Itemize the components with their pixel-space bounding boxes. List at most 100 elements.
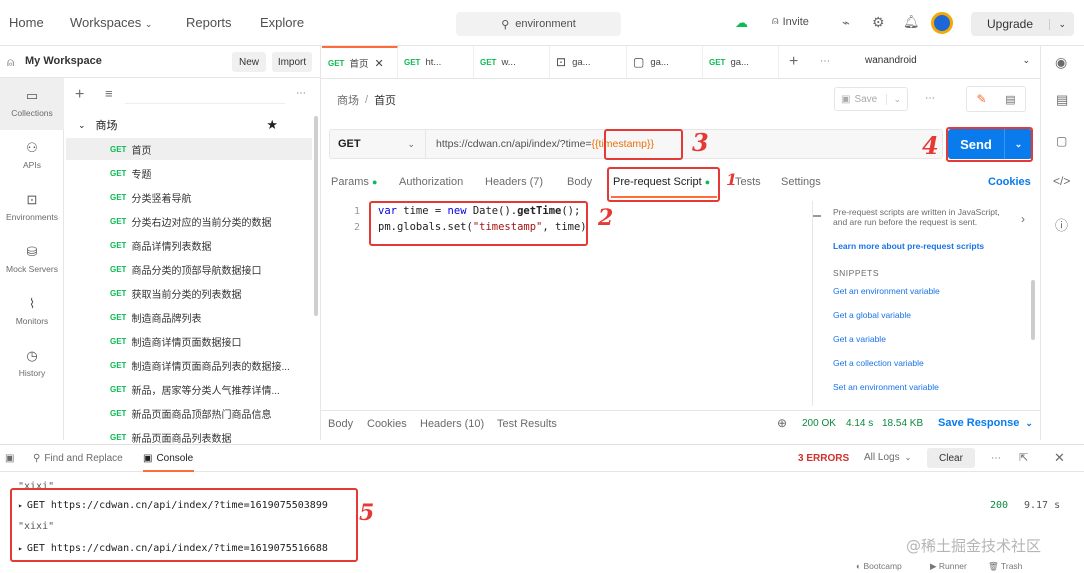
layout-icon[interactable]: ▣	[5, 453, 14, 464]
tab-tests[interactable]: Tests	[735, 176, 761, 188]
sidebar-request-item[interactable]: GET 新品页面商品顶部热门商品信息	[66, 402, 312, 424]
global-search[interactable]: ⚲ environment	[456, 12, 621, 36]
snippets-title: SNIPPETS	[833, 268, 880, 278]
snippet-link[interactable]: Get a variable	[833, 334, 886, 344]
resp-tab-headers[interactable]: Headers (10)	[420, 418, 484, 430]
collection-folder[interactable]: ⌄ 商场 ★	[66, 114, 312, 136]
sidebar-scrollbar[interactable]	[314, 116, 318, 316]
satellite-icon[interactable]: ⌁	[842, 15, 850, 31]
resp-tab-cookies[interactable]: Cookies	[367, 418, 407, 430]
sidebar-request-item[interactable]: GET 商品分类的顶部导航数据接口	[66, 258, 312, 280]
breadcrumb-parent[interactable]: 商场	[337, 92, 359, 108]
avatar[interactable]	[931, 12, 953, 34]
resp-tab-body[interactable]: Body	[328, 418, 353, 430]
pop-out-icon[interactable]: ⇱	[1019, 451, 1028, 464]
sidebar-request-item[interactable]: GET 分类右边对应的当前分类的数据	[66, 210, 312, 232]
bell-icon[interactable]: 🔔︎	[903, 14, 920, 30]
tab-authorization[interactable]: Authorization	[399, 176, 463, 188]
eye-icon[interactable]: ◉	[1055, 54, 1067, 71]
sidebar-request-item[interactable]: GET 制造商详情页面商品列表的数据接...	[66, 354, 312, 376]
more-tabs-icon[interactable]: ⋯	[820, 56, 830, 67]
invite-button[interactable]: ⍝ Invite	[772, 15, 809, 28]
new-tab-icon[interactable]: +	[789, 53, 798, 71]
nav-history[interactable]: ◷ History	[0, 348, 64, 378]
sidebar-request-item[interactable]: GET 获取当前分类的列表数据	[66, 282, 312, 304]
more-options-icon[interactable]: ⋯	[991, 453, 1001, 464]
tab-3[interactable]: GET w...	[474, 46, 550, 78]
workspace-name[interactable]: My Workspace	[25, 55, 102, 67]
more-actions-icon[interactable]: ⋯	[925, 93, 935, 104]
nav-environments[interactable]: ⊡ Environments	[0, 192, 64, 222]
nav-home[interactable]: Home	[9, 15, 44, 30]
find-replace-tab[interactable]: ⚲ Find and Replace	[33, 453, 123, 464]
sidebar-request-item[interactable]: GET 制造商详情页面数据接口	[66, 330, 312, 352]
collection-search-input[interactable]	[125, 86, 285, 104]
import-button[interactable]: Import	[272, 52, 312, 72]
tab-params[interactable]: Params ●	[331, 176, 377, 188]
info-icon[interactable]: ⓘ	[1055, 215, 1068, 234]
save-response-button[interactable]: Save Response ⌄	[938, 417, 1033, 429]
chevron-right-icon[interactable]: ›	[1021, 212, 1025, 226]
save-button[interactable]: ▣ Save ⌄	[834, 87, 908, 111]
sync-cloud-icon[interactable]: ☁	[735, 15, 748, 31]
snippet-link[interactable]: Set an environment variable	[833, 382, 939, 392]
code-icon[interactable]: </>	[1053, 174, 1070, 188]
tab-2[interactable]: GET ht...	[398, 46, 474, 78]
comments-icon[interactable]: ▢	[1056, 134, 1067, 148]
tab-1[interactable]: GET 首页 ✕	[322, 46, 398, 78]
edit-icon[interactable]: ✎	[967, 92, 996, 106]
snippet-link[interactable]: Get a collection variable	[833, 358, 924, 368]
close-icon[interactable]: ✕	[1054, 450, 1065, 466]
bootcamp-link[interactable]: ◐ Bootcamp	[856, 561, 902, 571]
resp-tab-test-results[interactable]: Test Results	[497, 418, 557, 430]
method-badge: GET	[110, 432, 127, 442]
nav-apis[interactable]: ⚇ APIs	[0, 140, 64, 170]
document-icon[interactable]: ▤	[996, 93, 1025, 106]
sidebar-request-item[interactable]: GET 制造商品牌列表	[66, 306, 312, 328]
clear-console-button[interactable]: Clear	[927, 448, 975, 468]
sidebar-request-item[interactable]: GET 专题	[66, 162, 312, 184]
sidebar-request-item[interactable]: GET 新品，居家等分类人气推荐详情...	[66, 378, 312, 400]
log-level-select[interactable]: All Logs ⌄	[864, 452, 911, 463]
globe-icon[interactable]: ⊕	[777, 416, 787, 430]
error-count[interactable]: 3 ERRORS	[798, 453, 849, 464]
learn-more-link[interactable]: Learn more about pre-request scripts	[833, 241, 984, 251]
environment-select[interactable]: wanandroid ⌄	[865, 55, 1030, 66]
snippets-scrollbar[interactable]	[1031, 280, 1035, 340]
documentation-icon[interactable]: ▤	[1056, 92, 1068, 108]
star-icon[interactable]: ★	[266, 117, 278, 133]
console-tab[interactable]: ▣ Console	[143, 453, 193, 464]
sidebar-request-item[interactable]: GET 商品详情列表数据	[66, 234, 312, 256]
trash-link[interactable]: 🗑︎ Trash	[988, 561, 1022, 572]
tab-headers[interactable]: Headers (7)	[485, 176, 543, 188]
search-text: environment	[515, 18, 576, 30]
nav-workspaces[interactable]: Workspaces ⌄	[70, 15, 152, 30]
filter-icon[interactable]: ≡	[105, 86, 113, 101]
upgrade-button[interactable]: Upgrade ⌄	[971, 12, 1074, 36]
nav-mock-servers[interactable]: ⛁ Mock Servers	[0, 244, 64, 274]
chevron-down-icon: ⌄	[407, 138, 415, 149]
top-bar: Home Workspaces ⌄ Reports Explore ⚲ envi…	[0, 0, 1084, 46]
new-button[interactable]: New	[232, 52, 266, 72]
close-icon[interactable]: ✕	[374, 57, 383, 70]
tab-settings[interactable]: Settings	[781, 176, 821, 188]
nav-reports[interactable]: Reports	[186, 15, 232, 30]
runner-link[interactable]: ▶ Runner	[930, 561, 967, 572]
snippet-link[interactable]: Get an environment variable	[833, 286, 940, 296]
tab-5[interactable]: ▢ ga...	[627, 46, 703, 78]
add-collection-icon[interactable]: +	[75, 86, 84, 104]
method-select[interactable]: GET ⌄	[330, 130, 426, 158]
method-badge: GET	[480, 57, 497, 67]
gear-icon[interactable]: ⚙	[872, 14, 885, 31]
more-options-icon[interactable]: ⋯	[296, 88, 306, 99]
nav-collections[interactable]: ▭ Collections	[0, 78, 64, 130]
tab-6[interactable]: GET ga...	[703, 46, 779, 78]
nav-monitors[interactable]: ⌇ Monitors	[0, 296, 64, 326]
tab-4[interactable]: ⊡ ga...	[550, 46, 627, 78]
cookies-link[interactable]: Cookies	[988, 176, 1031, 188]
sidebar-request-item[interactable]: GET 首页	[66, 138, 312, 160]
tab-body[interactable]: Body	[567, 176, 592, 188]
snippet-link[interactable]: Get a global variable	[833, 310, 911, 320]
nav-explore[interactable]: Explore	[260, 15, 304, 30]
sidebar-request-item[interactable]: GET 分类竖着导航	[66, 186, 312, 208]
